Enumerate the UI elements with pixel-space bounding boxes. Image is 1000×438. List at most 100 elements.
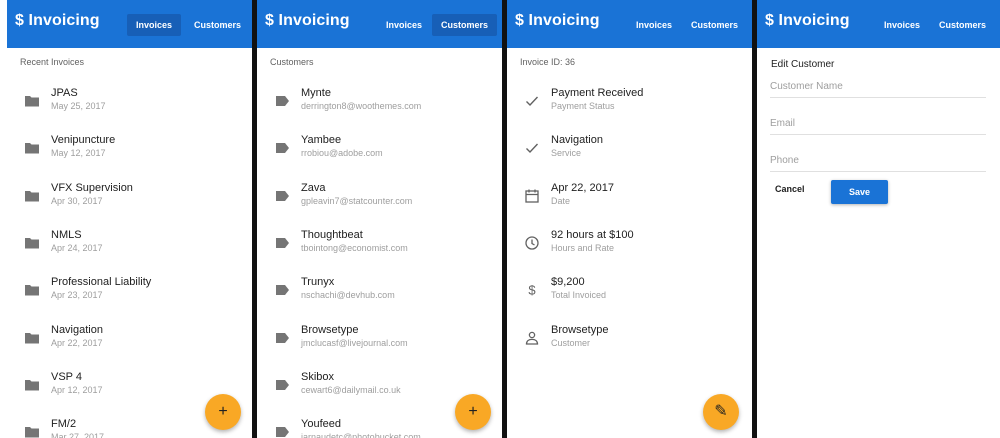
primary-text: Youfeed [301,418,341,431]
calendar-icon [525,189,539,203]
primary-text: Browsetype [301,323,359,336]
folder-icon [25,285,39,296]
invoice-detail-screen: $ Invoicing Invoices Customers Invoice I… [507,0,752,438]
invoice-list-item[interactable]: VFX Supervision Apr 30, 2017 [7,179,252,215]
nav-customers[interactable]: Customers [432,14,498,36]
customer-list-item[interactable]: Zava gpleavin7@statcounter.com [257,179,502,215]
app-title[interactable]: $ Invoicing [265,12,350,30]
add-icon: + [468,403,478,420]
invoice-detail-item[interactable]: 92 hours at $100 Hours and Rate [507,226,752,262]
check-icon [526,143,539,154]
add-icon: + [218,403,228,420]
dollar-icon: $ [528,283,536,298]
secondary-text: Payment Status [551,101,615,111]
edit-customer-screen: $ Invoicing Invoices Customers Edit Cust… [757,0,1000,438]
label-icon [276,143,289,154]
secondary-text: cewart6@dailymail.co.uk [301,384,401,395]
section-title: Recent Invoices [20,57,85,67]
secondary-text: Apr 12, 2017 [51,384,103,395]
add-customer-button[interactable]: + [455,394,491,430]
primary-text: $9,200 [551,276,585,289]
label-icon [276,427,289,438]
edit-invoice-button[interactable]: ✎ [703,394,739,430]
label-icon [276,332,289,343]
nav-invoices[interactable]: Invoices [875,14,929,36]
primary-text: 92 hours at $100 [551,228,634,241]
primary-text: Thoughtbeat [301,228,363,241]
secondary-text: May 25, 2017 [51,101,106,111]
invoice-detail-item[interactable]: Payment Received Payment Status [507,84,752,120]
form-title: Edit Customer [771,59,835,70]
nav-invoices[interactable]: Invoices [127,14,182,36]
invoice-list-item[interactable]: Venipuncture May 12, 2017 [7,131,252,167]
primary-text: Navigation [51,323,103,336]
app-bar: $ Invoicing Invoices Customers [757,0,1000,48]
app-title[interactable]: $ Invoicing [15,12,100,30]
invoice-list-item[interactable]: Navigation Apr 22, 2017 [7,321,252,357]
primary-text: VSP 4 [51,370,82,383]
nav-customers[interactable]: Customers [185,14,250,36]
app-title[interactable]: $ Invoicing [515,12,600,30]
section-title: Customers [270,57,314,67]
secondary-text: Apr 23, 2017 [51,290,103,301]
secondary-text: nschachi@devhub.com [301,290,395,301]
phone-input[interactable] [770,150,986,171]
svg-text:$: $ [528,283,536,298]
app-bar: $ Invoicing Invoices Customers [507,0,752,48]
invoice-list-item[interactable]: NMLS Apr 24, 2017 [7,226,252,262]
primary-text: Professional Liability [51,276,152,289]
primary-text: Zava [301,181,326,194]
secondary-text: Total Invoiced [551,290,607,301]
secondary-text: Apr 22, 2017 [51,337,103,348]
customer-list-item[interactable]: Browsetype jmclucasf@livejournal.com [257,321,502,357]
customer-list-item[interactable]: Yambee rrobiou@adobe.com [257,131,502,167]
secondary-text: jmclucasf@livejournal.com [301,337,408,348]
folder-icon [25,427,39,438]
invoice-detail-item[interactable]: Navigation Service [507,131,752,167]
primary-text: Mynte [301,87,331,99]
label-icon [276,96,289,106]
customer-list-item[interactable]: Mynte derrington8@woothemes.com [257,84,502,120]
nav-customers[interactable]: Customers [930,14,995,36]
label-icon [276,285,289,296]
customer-list-item[interactable]: Trunyx nschachi@devhub.com [257,273,502,309]
primary-text: JPAS [51,87,78,99]
customers-screen: $ Invoicing Invoices Customers Customers… [257,0,502,438]
primary-text: Skibox [301,370,335,383]
secondary-text: gpleavin7@statcounter.com [301,195,413,206]
nav-invoices[interactable]: Invoices [627,14,681,36]
folder-icon [25,96,39,107]
folder-icon [25,237,39,249]
customer-name-input[interactable] [770,76,986,97]
add-invoice-button[interactable]: + [205,394,241,430]
nav-invoices[interactable]: Invoices [377,14,431,36]
email-input[interactable] [770,113,986,134]
nav-customers[interactable]: Customers [682,14,747,36]
invoices-screen: $ Invoicing Invoices Customers Recent In… [7,0,252,438]
label-icon [276,379,289,390]
check-icon [526,96,539,107]
invoice-list-item[interactable]: Professional Liability Apr 23, 2017 [7,273,252,309]
email-field [770,113,986,135]
folder-icon [25,379,39,391]
save-button[interactable]: Save [831,180,888,204]
label-icon [276,190,289,201]
secondary-text: Hours and Rate [551,242,615,253]
primary-text: Browsetype [551,323,609,336]
cancel-button[interactable]: Cancel [775,184,805,194]
primary-text: Venipuncture [51,134,116,147]
app-title[interactable]: $ Invoicing [765,12,850,30]
primary-text: Trunyx [301,276,335,289]
primary-text: Payment Received [551,87,644,99]
app-stage: $ Invoicing Invoices Customers Recent In… [0,0,1000,438]
invoice-detail-item[interactable]: $ $9,200 Total Invoiced [507,273,752,309]
person-icon [525,331,539,345]
customer-list-item[interactable]: Thoughtbeat tbointong@economist.com [257,226,502,262]
invoice-list-item[interactable]: JPAS May 25, 2017 [7,84,252,120]
invoice-detail-item[interactable]: Browsetype Customer [507,321,752,357]
primary-text: Navigation [551,134,603,147]
secondary-text: Mar 27, 2017 [51,432,105,438]
secondary-text: Apr 24, 2017 [51,242,103,253]
app-bar: $ Invoicing Invoices Customers [7,0,252,48]
invoice-detail-item[interactable]: Apr 22, 2017 Date [507,179,752,215]
